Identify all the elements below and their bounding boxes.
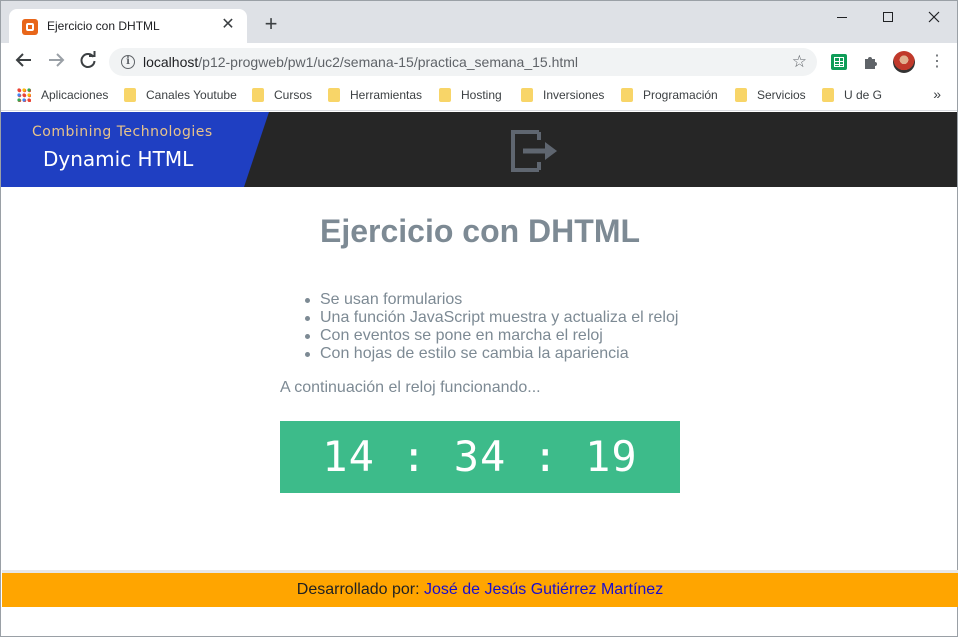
folder-icon xyxy=(252,88,264,102)
arrow-left-icon xyxy=(15,53,31,67)
list-item: Con hojas de estilo se cambia la aparien… xyxy=(304,345,678,363)
browser-tab[interactable]: Ejercicio con DHTML ✕ xyxy=(9,9,247,43)
info-icon[interactable]: i xyxy=(121,55,135,69)
sheets-extension-icon[interactable] xyxy=(831,54,847,70)
folder-icon xyxy=(735,88,747,102)
footer-prefix: Desarrollado por: xyxy=(296,581,420,598)
reload-icon xyxy=(80,51,96,68)
reload-button[interactable] xyxy=(77,51,99,73)
arrow-right-icon xyxy=(49,53,65,67)
page-title: Ejercicio con DHTML xyxy=(319,213,641,249)
folder-icon xyxy=(521,88,533,102)
bookmark-apps[interactable]: Aplicaciones xyxy=(17,87,108,105)
xampp-favicon-icon xyxy=(22,19,38,35)
bookmark-label: Cursos xyxy=(274,88,313,102)
close-icon xyxy=(928,11,940,23)
bookmark-u-de-g[interactable]: U de G xyxy=(822,87,882,105)
back-button[interactable] xyxy=(13,51,35,73)
new-tab-button[interactable]: + xyxy=(260,13,282,35)
list-item: Se usan formularios xyxy=(304,291,678,309)
page-banner: Combining Technologies Dynamic HTML xyxy=(1,112,957,187)
page-footer: Desarrollado por: José de Jesús Gutiérre… xyxy=(2,570,958,607)
browser-toolbar: i localhost/p12-progweb/pw1/uc2/semana-1… xyxy=(1,43,957,81)
features-list: Se usan formularios Una función JavaScri… xyxy=(304,291,679,363)
url-text[interactable]: localhost/p12-progweb/pw1/uc2/semana-15/… xyxy=(143,54,578,70)
bookmark-label: Servicios xyxy=(757,88,806,102)
bookmark-inversiones[interactable]: Inversiones xyxy=(521,87,604,105)
folder-icon xyxy=(439,88,451,102)
bookmark-herramientas[interactable]: Herramientas xyxy=(328,87,422,105)
folder-icon xyxy=(621,88,633,102)
minimize-icon xyxy=(837,16,847,18)
clock-time: 14 : 34 : 19 xyxy=(322,432,638,481)
bookmark-label: Programación xyxy=(643,88,718,102)
bookmarks-overflow-button[interactable]: » xyxy=(933,86,941,102)
maximize-icon xyxy=(883,12,893,23)
extensions-puzzle-icon[interactable] xyxy=(863,51,879,75)
tab-close-icon[interactable]: ✕ xyxy=(219,15,237,35)
banner-subtitle: Combining Technologies xyxy=(32,124,213,140)
tab-strip: Ejercicio con DHTML ✕ + xyxy=(1,1,957,43)
bookmark-hosting[interactable]: Hosting xyxy=(439,87,502,105)
bookmark-label: Herramientas xyxy=(350,88,423,102)
bookmark-label: Canales Youtube xyxy=(146,88,237,102)
browser-menu-icon[interactable]: ⋮ xyxy=(929,51,945,73)
exit-icon xyxy=(511,130,557,172)
forward-button[interactable] xyxy=(45,51,67,73)
bookmark-label: Hosting xyxy=(461,88,502,102)
folder-icon xyxy=(822,88,834,102)
folder-icon xyxy=(328,88,340,102)
bookmark-cursos[interactable]: Cursos xyxy=(252,87,312,105)
profile-avatar[interactable] xyxy=(893,51,915,73)
tab-title: Ejercicio con DHTML xyxy=(47,19,160,33)
apps-grid-icon xyxy=(17,88,31,102)
url-path: /p12-progweb/pw1/uc2/semana-15/practica_… xyxy=(198,54,579,70)
clock-intro-text: A continuación el reloj funcionando... xyxy=(280,379,541,396)
close-window-button[interactable] xyxy=(911,5,957,27)
bookmarks-bar: Aplicaciones Canales Youtube Cursos Herr… xyxy=(1,81,957,111)
clock-display: 14 : 34 : 19 xyxy=(280,421,680,493)
banner-title: Dynamic HTML xyxy=(43,147,194,171)
minimize-button[interactable] xyxy=(819,5,865,27)
bookmark-label: U de G xyxy=(844,88,883,102)
address-bar[interactable]: i localhost/p12-progweb/pw1/uc2/semana-1… xyxy=(109,48,817,76)
bookmark-programacion[interactable]: Programación xyxy=(621,87,718,105)
bookmark-label: Aplicaciones xyxy=(41,88,109,102)
bookmark-label: Inversiones xyxy=(543,88,605,102)
list-item: Una función JavaScript muestra y actuali… xyxy=(304,309,679,326)
maximize-button[interactable] xyxy=(865,5,911,27)
author-link[interactable]: José de Jesús Gutiérrez Martínez xyxy=(424,581,663,598)
list-item: Con eventos se pone en marcha el reloj xyxy=(304,327,678,345)
bookmark-star-icon[interactable]: ☆ xyxy=(792,52,807,72)
bookmark-servicios[interactable]: Servicios xyxy=(735,87,806,105)
bookmark-canales-youtube[interactable]: Canales Youtube xyxy=(124,87,237,105)
url-host: localhost xyxy=(143,54,199,70)
folder-icon xyxy=(124,88,136,102)
